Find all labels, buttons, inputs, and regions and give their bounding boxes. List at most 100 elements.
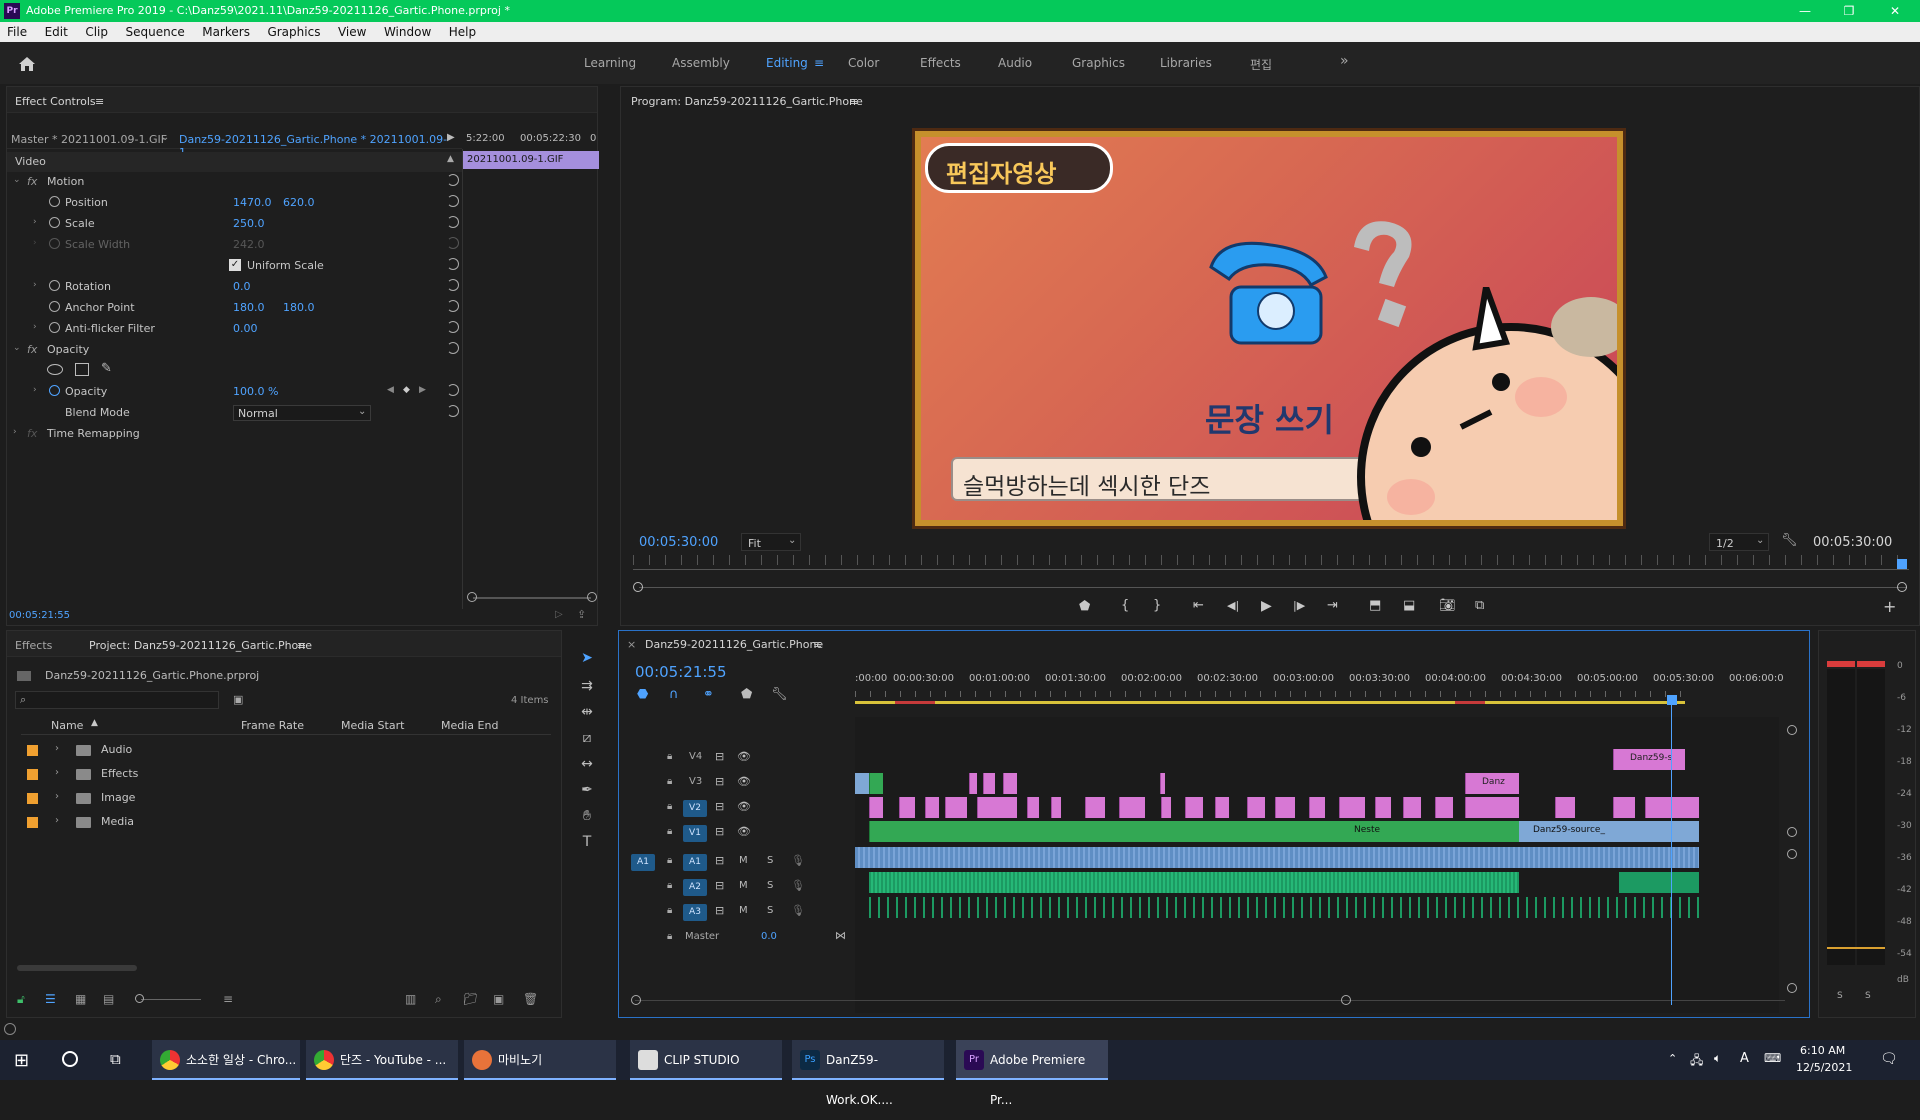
twirl-down-icon[interactable]: ⌄ (13, 175, 21, 185)
twirl-right-icon[interactable]: › (33, 385, 37, 395)
track-target[interactable]: V2 (683, 800, 707, 817)
bin-media[interactable]: › Media (21, 811, 551, 835)
reset-icon[interactable] (447, 405, 459, 417)
label-color-swatch[interactable] (27, 793, 38, 804)
twirl-right-icon[interactable]: › (13, 427, 17, 437)
menu-clip[interactable]: Clip (78, 22, 115, 39)
panel-menu-icon[interactable]: ≡ (813, 638, 822, 651)
h-zoom-handle-right[interactable] (1341, 995, 1351, 1005)
eye-icon[interactable]: 👁︎ (737, 800, 751, 813)
twirl-right-icon[interactable]: › (55, 767, 59, 778)
step-forward-icon[interactable]: |▶ (1293, 599, 1305, 612)
sync-lock-icon[interactable]: ⊟ (715, 825, 724, 838)
search-icon[interactable] (62, 1051, 78, 1067)
home-icon[interactable] (18, 56, 36, 72)
clip-v2[interactable] (1027, 797, 1039, 818)
solo-button[interactable]: S (767, 880, 773, 891)
tab-effects[interactable]: Effects (920, 56, 961, 70)
clip-v2[interactable] (1085, 797, 1105, 818)
twirl-right-icon[interactable]: › (33, 280, 37, 290)
tab-graphics[interactable]: Graphics (1072, 56, 1125, 70)
type-tool-icon[interactable]: T (578, 834, 596, 852)
eye-icon[interactable]: 👁︎ (737, 825, 751, 838)
more-workspaces-button[interactable]: » (1340, 53, 1349, 69)
label-color-swatch[interactable] (27, 817, 38, 828)
lock-icon[interactable]: 🔒︎ (667, 826, 672, 837)
sync-lock-icon[interactable]: ⊟ (715, 775, 724, 788)
ec-clip-bar[interactable]: 20211001.09-1.GIF (463, 151, 599, 169)
camera-icon[interactable]: 📷︎ (1439, 598, 1456, 613)
ec-zoom-scrollbar[interactable] (473, 597, 591, 599)
track-target[interactable]: A3 (683, 904, 707, 921)
clip-v2[interactable] (1247, 797, 1265, 818)
clip-v3[interactable] (983, 773, 995, 794)
tab-color[interactable]: Color (848, 56, 879, 70)
taskbar-premiere[interactable]: Pr Adobe Premiere Pr... (956, 1040, 1108, 1107)
sequence-tab[interactable]: Danz59-20211126_Gartic.Phone (645, 638, 823, 651)
menu-graphics[interactable]: Graphics (260, 22, 327, 39)
lock-icon[interactable]: 🔒︎ (667, 905, 672, 916)
reset-icon[interactable] (447, 216, 459, 228)
sort-asc-icon[interactable]: ▲ (91, 718, 98, 728)
clip-v2[interactable] (1185, 797, 1203, 818)
sync-lock-icon[interactable]: ⊟ (715, 854, 724, 867)
ec-mini-ruler[interactable]: 5:22:00 00:05:22:30 0 (462, 131, 598, 149)
zoom-scrollbar[interactable] (639, 587, 1907, 588)
zoom-handle-left[interactable] (633, 582, 643, 592)
panel-menu-icon[interactable]: ≡ (297, 639, 306, 652)
razor-tool-icon[interactable]: ⧄ (578, 730, 596, 748)
sort-icons-icon[interactable]: ≡ (223, 992, 233, 1006)
audio-clip-a3[interactable] (869, 897, 1699, 918)
opacity-value[interactable]: 100.0 % (233, 385, 278, 398)
new-item-icon[interactable]: ▣ (493, 992, 504, 1006)
clip-v2[interactable] (1119, 797, 1145, 818)
rotation-value[interactable]: 0.0 (233, 280, 251, 293)
sync-lock-icon[interactable]: ⊟ (715, 750, 724, 763)
label-color-swatch[interactable] (27, 745, 38, 756)
lock-icon[interactable]: 🔒︎ (667, 855, 672, 866)
reset-icon[interactable] (447, 279, 459, 291)
clip-v2[interactable] (1613, 797, 1635, 818)
compare-icon[interactable]: ⧉ (1475, 598, 1484, 613)
program-video-frame[interactable]: 편집자영상 문장 쓰기 슬먹방하는데 섹시한 단즈 (912, 128, 1626, 529)
snap-magnet-icon[interactable]: ∩ (669, 687, 679, 702)
taskbar-clip-studio[interactable]: CLIP STUDIO (630, 1040, 782, 1080)
ec-zoom-handle-right[interactable] (587, 592, 597, 602)
label-color-swatch[interactable] (27, 769, 38, 780)
column-media-start[interactable]: Media Start (341, 719, 404, 732)
wrench-icon[interactable]: 🔧︎ (1781, 533, 1798, 548)
microphone-icon[interactable]: 🎙︎ (791, 879, 805, 892)
lock-icon[interactable]: 🔒︎ (667, 931, 672, 942)
mute-button[interactable]: M (739, 905, 748, 916)
clip-v3[interactable]: Danz (1465, 773, 1519, 794)
chevron-up-icon[interactable]: ⌃ (1668, 1052, 1677, 1065)
add-marker-icon[interactable]: ⬟ (1079, 599, 1090, 614)
twirl-right-icon[interactable]: › (55, 743, 59, 754)
hand-tool-icon[interactable]: ✋︎ (578, 808, 596, 826)
timeline-ruler[interactable]: :00:00 00:00:30:00 00:01:00:00 00:01:30:… (855, 661, 1785, 707)
clip-v3[interactable] (869, 773, 883, 794)
sync-lock-icon[interactable]: ⊟ (715, 904, 724, 917)
play-only-icon[interactable]: ▷ (555, 609, 563, 620)
position-x-value[interactable]: 1470.0 (233, 196, 272, 209)
clip-v2[interactable] (1309, 797, 1325, 818)
clip-v1-source[interactable]: Danz59-source_ (1519, 821, 1699, 842)
twirl-down-icon[interactable]: ⌄ (13, 343, 21, 353)
menu-file[interactable]: File (0, 22, 34, 39)
close-tab-icon[interactable]: × (627, 638, 636, 651)
slip-tool-icon[interactable]: ↔ (578, 756, 596, 774)
icon-view-icon[interactable]: ▦ (75, 992, 86, 1006)
clip-v2[interactable] (1161, 797, 1171, 818)
taskbar-chrome-1[interactable]: 소소한 일상 - Chro... (152, 1040, 300, 1080)
mark-out-icon[interactable]: } (1153, 598, 1161, 613)
windows-start-icon[interactable]: ⊞ (14, 1050, 29, 1071)
project-horizontal-scrollbar[interactable] (17, 965, 137, 971)
twirl-right-icon[interactable]: › (33, 217, 37, 227)
prev-keyframe-icon[interactable]: ◀ (387, 385, 394, 395)
tab-editing[interactable]: Editing (766, 56, 808, 70)
ellipse-mask-icon[interactable] (47, 364, 63, 375)
solo-left-button[interactable]: S (1837, 991, 1843, 1001)
notification-icon[interactable]: 🗨︎ (1880, 1051, 1898, 1067)
close-button[interactable]: ✕ (1880, 2, 1910, 20)
add-marker-icon[interactable]: ⬟ (741, 687, 752, 702)
